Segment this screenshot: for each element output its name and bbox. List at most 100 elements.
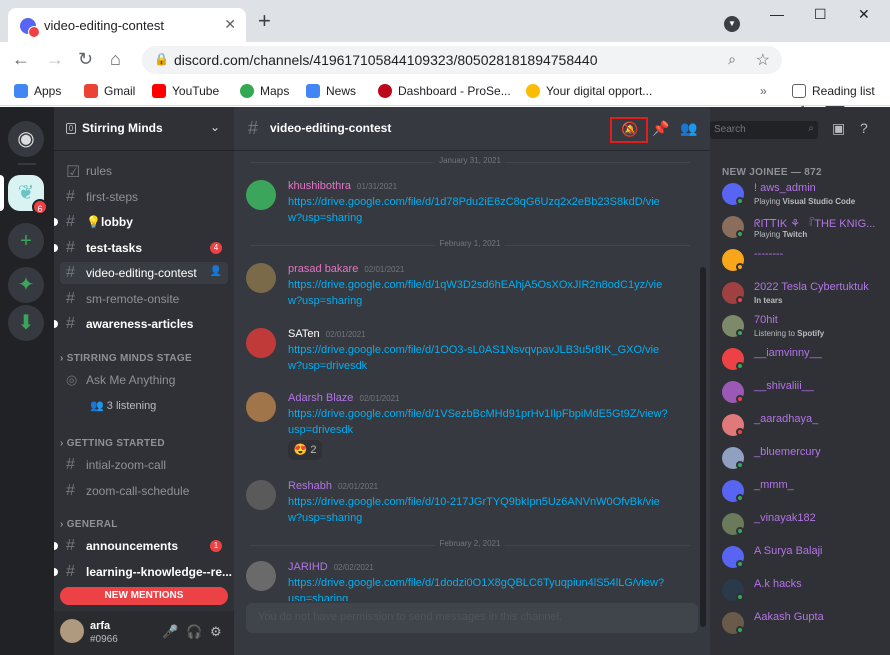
- message-link[interactable]: https://drive.google.com/file/d/10-217JG…: [288, 494, 668, 526]
- channel-learning-knowledge[interactable]: # learning--knowledge--re...: [54, 561, 232, 583]
- member-name[interactable]: Aakash Gupta: [754, 611, 824, 623]
- author-name[interactable]: Adarsh Blaze: [288, 392, 353, 404]
- reload-icon[interactable]: ↻: [78, 50, 93, 68]
- member-name[interactable]: --------: [754, 248, 783, 260]
- mute-microphone-icon[interactable]: 🎤: [162, 624, 178, 640]
- channel-test-tasks[interactable]: # test-tasks 4: [54, 237, 228, 259]
- message-link[interactable]: https://drive.google.com/file/d/1dodzi0O…: [288, 575, 668, 601]
- message-link[interactable]: https://drive.google.com/file/d/1OO3-sL0…: [288, 342, 668, 374]
- channel-announcements[interactable]: # announcements 1: [54, 535, 228, 557]
- member-item[interactable]: __iamvinny__: [722, 346, 890, 378]
- user-avatar[interactable]: [246, 480, 276, 510]
- member-name[interactable]: _bluemercury: [754, 446, 821, 458]
- bookmark-google[interactable]: Your digital opport...: [526, 84, 652, 98]
- stage-channel-ask-me-anything[interactable]: ◎ Ask Me Anything: [60, 369, 228, 391]
- member-name[interactable]: _aaradhaya_: [754, 413, 818, 425]
- member-item[interactable]: _bluemercury: [722, 445, 890, 477]
- member-name[interactable]: 70hit: [754, 314, 778, 326]
- new-tab-button[interactable]: +: [258, 10, 271, 32]
- member-item[interactable]: _vinayak182: [722, 511, 890, 543]
- channel-awareness-articles[interactable]: # awareness-articles: [54, 313, 228, 335]
- user-avatar[interactable]: [246, 263, 276, 293]
- zoom-icon[interactable]: ⌕: [728, 51, 736, 68]
- message-author[interactable]: prasad bakare 02/01/2021: [288, 263, 404, 275]
- channel-zoom-call-schedule[interactable]: # zoom-call-schedule: [60, 480, 228, 502]
- bookmark-news[interactable]: News: [306, 84, 356, 98]
- member-item[interactable]: 70hit Listening to Spotify: [722, 313, 890, 345]
- author-name[interactable]: khushibothra: [288, 180, 351, 192]
- member-name[interactable]: ᖇIᎢᎢIK ⚘ 『THE KNIG...: [754, 215, 875, 231]
- lock-icon[interactable]: 🔒: [154, 52, 169, 66]
- search-input[interactable]: Search ⌕: [710, 121, 818, 139]
- bookmark-gmail[interactable]: Gmail: [84, 84, 135, 98]
- member-item[interactable]: --------: [722, 247, 890, 279]
- user-avatar[interactable]: [246, 328, 276, 358]
- download-apps-icon[interactable]: ⬇: [8, 305, 44, 341]
- maximize-icon[interactable]: ☐: [814, 6, 827, 23]
- back-icon[interactable]: ←: [12, 50, 30, 68]
- category-general[interactable]: › GENERAL: [60, 519, 118, 530]
- author-name[interactable]: JARIHD: [288, 561, 328, 573]
- member-name[interactable]: A.k hacks: [754, 578, 802, 590]
- add-server-icon[interactable]: +: [8, 223, 44, 259]
- member-item[interactable]: ᖇIᎢᎢIK ⚘ 『THE KNIG... Playing Twitch: [722, 214, 890, 246]
- user-avatar[interactable]: [246, 180, 276, 210]
- member-item[interactable]: Aakash Gupta: [722, 610, 890, 642]
- member-item[interactable]: __shivaliii__: [722, 379, 890, 411]
- channel-sm-remote-onsite[interactable]: # sm-remote-onsite: [60, 288, 228, 310]
- bookmark-maps[interactable]: Maps: [240, 84, 289, 98]
- message-author[interactable]: khushibothra 01/31/2021: [288, 180, 397, 192]
- discord-home-icon[interactable]: ◉: [8, 121, 44, 157]
- channel-first-steps[interactable]: # first-steps: [60, 186, 228, 208]
- member-item[interactable]: A Surya Balaji: [722, 544, 890, 576]
- member-item[interactable]: ! aws_admin Playing Visual Studio Code: [722, 181, 890, 213]
- create-invite-icon[interactable]: 👤: [210, 266, 222, 277]
- message-author[interactable]: JARIHD 02/02/2021: [288, 561, 374, 573]
- url-text[interactable]: discord.com/channels/419617105844109323/…: [174, 52, 597, 68]
- reaction-heart-eyes[interactable]: 😍 2: [288, 440, 322, 460]
- pinned-messages-icon[interactable]: 📌: [652, 120, 669, 137]
- member-name[interactable]: _vinayak182: [754, 512, 816, 524]
- author-name[interactable]: SATen: [288, 328, 320, 340]
- chat-scrollbar[interactable]: [700, 267, 706, 627]
- member-name[interactable]: ! aws_admin: [754, 182, 816, 194]
- member-name[interactable]: __iamvinny__: [754, 347, 822, 359]
- user-settings-gear-icon[interactable]: ⚙: [210, 624, 222, 640]
- minimize-icon[interactable]: —: [770, 6, 784, 22]
- muted-bell-icon[interactable]: 🔕: [621, 121, 638, 138]
- bookmark-youtube[interactable]: YouTube: [152, 84, 219, 98]
- channel-intial-zoom-call[interactable]: # intial-zoom-call: [60, 454, 228, 476]
- home-icon[interactable]: ⌂: [110, 50, 121, 68]
- user-avatar[interactable]: [246, 561, 276, 591]
- member-name[interactable]: _mmm_: [754, 479, 794, 491]
- chevron-down-icon[interactable]: ⌄: [210, 120, 220, 134]
- author-name[interactable]: Reshabh: [288, 480, 332, 492]
- member-item[interactable]: A.k hacks: [722, 577, 890, 609]
- deafen-headphones-icon[interactable]: 🎧: [186, 624, 202, 640]
- category-stirring-minds-stage[interactable]: › STIRRING MINDS STAGE: [60, 353, 192, 364]
- member-name[interactable]: __shivaliii__: [754, 380, 814, 392]
- author-name[interactable]: prasad bakare: [288, 263, 358, 275]
- member-item[interactable]: _aaradhaya_: [722, 412, 890, 444]
- close-window-icon[interactable]: ✕: [858, 6, 870, 23]
- channel-lobby[interactable]: # 💡lobby: [54, 211, 228, 233]
- user-avatar[interactable]: [60, 619, 84, 643]
- server-header[interactable]: 0 Stirring Minds ⌄: [54, 107, 234, 151]
- channel-rules[interactable]: ☑ rules: [60, 160, 228, 182]
- message-author[interactable]: Reshabh 02/01/2021: [288, 480, 378, 492]
- message-author[interactable]: SATen 02/01/2021: [288, 328, 366, 340]
- forward-icon[interactable]: →: [46, 50, 64, 68]
- category-getting-started[interactable]: › GETTING STARTED: [60, 438, 165, 449]
- member-list-icon[interactable]: 👥: [680, 120, 697, 137]
- notification-settings-highlight[interactable]: 🔕: [610, 117, 648, 143]
- reading-list[interactable]: Reading list: [792, 84, 875, 98]
- new-mentions-button[interactable]: NEW MENTIONS: [60, 587, 228, 605]
- member-name[interactable]: 2022 Tesla Cybertuktuk: [754, 281, 869, 293]
- message-link[interactable]: https://drive.google.com/file/d/1qW3D2sd…: [288, 277, 668, 309]
- user-avatar[interactable]: [246, 392, 276, 422]
- explore-servers-icon[interactable]: ✦: [8, 267, 44, 303]
- inbox-icon[interactable]: ▣: [832, 120, 845, 137]
- channel-video-editing-contest[interactable]: # video-editing-contest 👤: [60, 262, 228, 284]
- tab-search-icon[interactable]: ▼: [724, 16, 740, 32]
- browser-tab[interactable]: video-editing-contest ✕: [8, 8, 246, 42]
